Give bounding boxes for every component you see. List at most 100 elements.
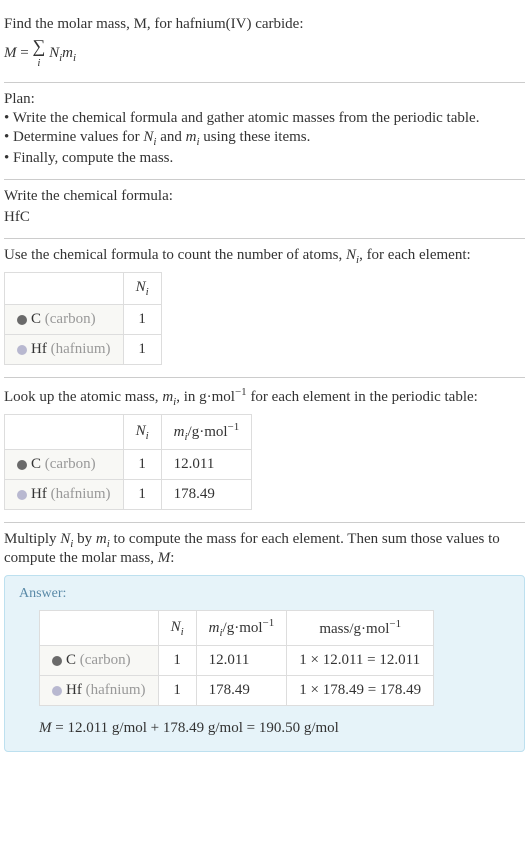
formula-m: m <box>62 45 73 61</box>
element-carbon: C (carbon) <box>40 646 159 676</box>
mult-bigm: M <box>158 550 171 566</box>
plan-line-2-n: N <box>143 129 153 145</box>
hafnium-name: (hafnium) <box>47 341 111 357</box>
table-header-row: Ni mi/g·mol−1 <box>5 415 252 450</box>
mult-m: m <box>96 531 107 547</box>
element-hafnium: Hf (hafnium) <box>40 676 159 706</box>
chemical-formula: HfC <box>4 209 525 226</box>
answer-table: Ni mi/g·mol−1 mass/g·mol−1 C (carbon) 1 … <box>39 610 434 706</box>
header-m-sym: m <box>174 424 185 440</box>
ans-header-m-unit: /g·mol <box>223 620 263 636</box>
formula-n: N <box>49 45 59 61</box>
mass-prompt-exp: −1 <box>235 386 247 398</box>
answer-label: Answer: <box>19 586 510 602</box>
formula-lhs: M <box>4 45 17 61</box>
table-row: Hf (hafnium) 1 <box>5 335 162 365</box>
final-eq: = 12.011 g/mol + 178.49 g/mol = 190.50 g… <box>52 720 339 736</box>
header-n-sub: i <box>146 286 149 298</box>
carbon-dot-icon <box>52 656 62 666</box>
mult-n: N <box>60 531 70 547</box>
ans-header-nsub: i <box>181 626 184 638</box>
hafnium-dot-icon <box>17 490 27 500</box>
header-n: Ni <box>123 273 161 305</box>
header-m: mi/g·mol−1 <box>196 611 287 646</box>
ans-header-m: m <box>209 620 220 636</box>
mass-prompt-m: m <box>162 389 173 405</box>
atomic-mass-prompt: Look up the atomic mass, mi, in g·mol−1 … <box>4 386 525 408</box>
count-atoms-table: Ni C (carbon) 1 Hf (hafnium) 1 <box>4 272 162 365</box>
formula-eq: = <box>20 45 28 61</box>
plan-line-2-and: and <box>156 129 185 145</box>
carbon-name: (carbon) <box>41 456 96 472</box>
hafnium-n: 1 <box>123 480 161 510</box>
header-empty <box>5 415 124 450</box>
chemical-prompt: Write the chemical formula: <box>4 188 525 205</box>
count-prompt-a: Use the chemical formula to count the nu… <box>4 247 346 263</box>
table-row: Hf (hafnium) 1 178.49 1 × 178.49 = 178.4… <box>40 676 434 706</box>
element-carbon: C (carbon) <box>5 305 124 335</box>
atomic-mass-table: Ni mi/g·mol−1 C (carbon) 1 12.011 Hf (ha… <box>4 414 252 510</box>
hafnium-mass: 178.49 <box>161 480 252 510</box>
sum-symbol: ∑ <box>32 36 45 56</box>
header-m-exp: −1 <box>228 421 240 433</box>
hafnium-symbol: Hf <box>31 486 47 502</box>
carbon-name: (carbon) <box>76 652 131 668</box>
plan-section: Plan: • Write the chemical formula and g… <box>4 83 525 180</box>
intro-section: Find the molar mass, M, for hafnium(IV) … <box>4 8 525 83</box>
hafnium-dot-icon <box>52 686 62 696</box>
hafnium-symbol: Hf <box>31 341 47 357</box>
mult-b: by <box>73 531 96 547</box>
mass-prompt-c: for each element in the periodic table: <box>247 389 478 405</box>
header-empty <box>5 273 124 305</box>
carbon-mass-calc: 1 × 12.011 = 12.011 <box>287 646 434 676</box>
hafnium-symbol: Hf <box>66 682 82 698</box>
final-m: M <box>39 720 52 736</box>
hafnium-name: (hafnium) <box>82 682 146 698</box>
mass-prompt-a: Look up the atomic mass, <box>4 389 162 405</box>
hafnium-m: 178.49 <box>196 676 287 706</box>
count-prompt-b: , for each element: <box>359 247 471 263</box>
count-atoms-prompt: Use the chemical formula to count the nu… <box>4 247 525 266</box>
hafnium-name: (hafnium) <box>47 486 111 502</box>
hafnium-count: 1 <box>123 335 161 365</box>
formula-m-sub: i <box>73 52 76 64</box>
header-n: Ni <box>158 611 196 646</box>
molar-mass-formula: M = ∑ i Nimi <box>4 37 525 70</box>
count-prompt-n: N <box>346 247 356 263</box>
answer-box: Answer: Ni mi/g·mol−1 mass/g·mol−1 C (ca… <box>4 575 525 752</box>
ans-header-mass: mass/g·mol <box>319 621 389 637</box>
intro-text: Find the molar mass, M, for hafnium(IV) … <box>4 16 304 32</box>
carbon-dot-icon <box>17 460 27 470</box>
plan-line-1: • Write the chemical formula and gather … <box>4 110 525 127</box>
header-m-unit: /g·mol <box>188 424 228 440</box>
plan-line-2b: using these items. <box>200 129 311 145</box>
header-n-sym: N <box>136 279 146 295</box>
plan-line-2-m: m <box>186 129 197 145</box>
header-mass: mass/g·mol−1 <box>287 611 434 646</box>
element-carbon: C (carbon) <box>5 450 124 480</box>
sum-index: i <box>37 57 40 69</box>
header-n: Ni <box>123 415 161 450</box>
atomic-mass-section: Look up the atomic mass, mi, in g·mol−1 … <box>4 378 525 523</box>
chemical-formula-section: Write the chemical formula: HfC <box>4 180 525 239</box>
carbon-symbol: C <box>31 456 41 472</box>
carbon-count: 1 <box>123 305 161 335</box>
carbon-n: 1 <box>158 646 196 676</box>
header-empty <box>40 611 159 646</box>
carbon-n: 1 <box>123 450 161 480</box>
mass-prompt-b: , in g·mol <box>176 389 235 405</box>
table-row: C (carbon) 1 <box>5 305 162 335</box>
header-n-sym: N <box>136 423 146 439</box>
carbon-dot-icon <box>17 315 27 325</box>
carbon-name: (carbon) <box>41 311 96 327</box>
table-row: C (carbon) 1 12.011 1 × 12.011 = 12.011 <box>40 646 434 676</box>
ans-header-n: N <box>171 619 181 635</box>
header-m: mi/g·mol−1 <box>161 415 252 450</box>
mult-a: Multiply <box>4 531 60 547</box>
table-header-row: Ni <box>5 273 162 305</box>
intro-prompt: Find the molar mass, M, for hafnium(IV) … <box>4 16 525 33</box>
plan-line-2: • Determine values for Ni and mi using t… <box>4 129 525 148</box>
carbon-symbol: C <box>66 652 76 668</box>
multiply-prompt: Multiply Ni by mi to compute the mass fo… <box>4 531 525 567</box>
ans-header-m-exp: −1 <box>263 617 275 629</box>
